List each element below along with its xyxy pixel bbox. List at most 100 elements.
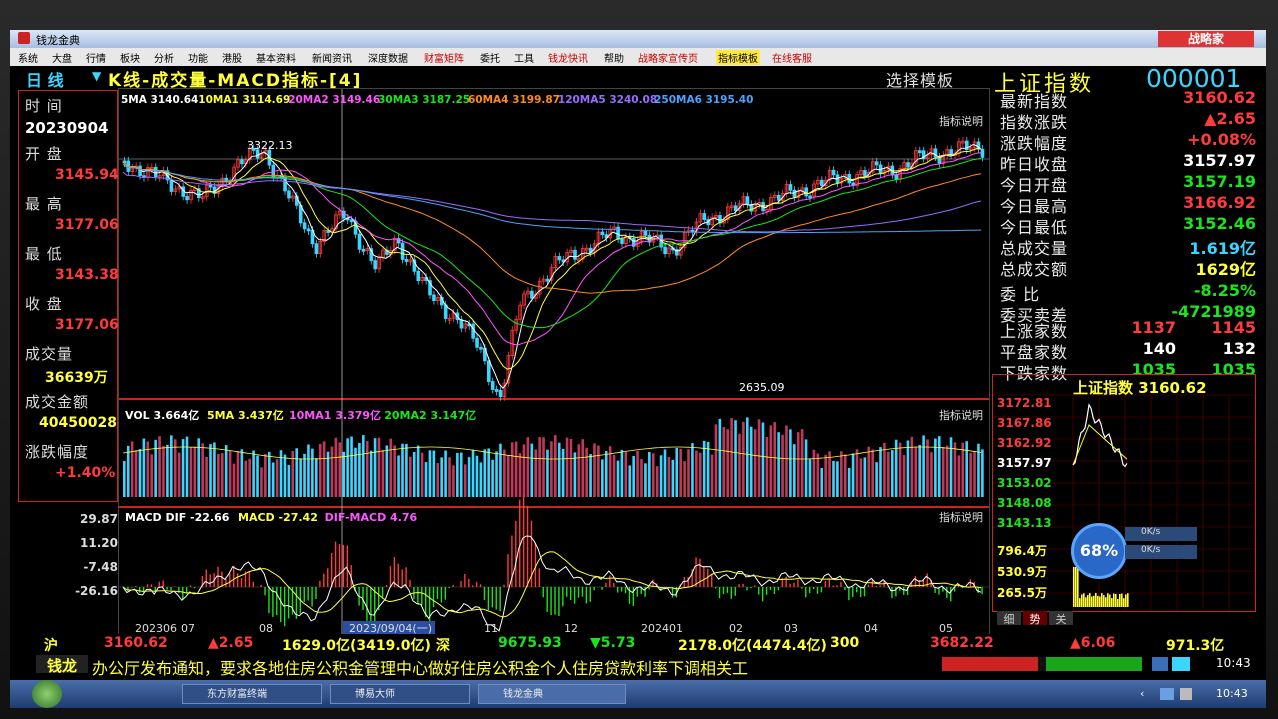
menu-item-5[interactable]: 功能 xyxy=(188,50,208,65)
network-icon[interactable] xyxy=(1160,688,1174,700)
volume-bar xyxy=(201,443,204,497)
volume-bar xyxy=(260,467,263,497)
candle-body xyxy=(808,195,812,199)
stat-value: +0.08% xyxy=(1187,130,1256,149)
brand-badge[interactable]: 战略家 xyxy=(1158,31,1254,47)
stat-value: 1629亿 xyxy=(1195,260,1256,279)
menu-item-14[interactable]: 帮助 xyxy=(604,50,624,65)
mini-volume-bar xyxy=(1095,593,1097,607)
volume-bar xyxy=(745,417,749,497)
volume-bar xyxy=(318,443,322,497)
volume-icon[interactable] xyxy=(1180,688,1192,700)
volume-bar xyxy=(185,436,189,497)
menu-item-0[interactable]: 系统 xyxy=(18,50,38,65)
open-label: 开 盘 xyxy=(25,145,63,163)
menu-item-16[interactable]: 指标模板 xyxy=(716,50,760,65)
intraday-mini-chart[interactable]: 上证指数 3160.62 3172.81 3167.86 3162.92 3157.9… xyxy=(992,374,1256,626)
sh-label: 沪 xyxy=(44,638,58,654)
mini-volume-bar xyxy=(1077,567,1079,607)
volume-bar xyxy=(777,432,780,497)
volume-bar xyxy=(373,438,377,497)
candle-body xyxy=(663,246,667,255)
tab-detail[interactable]: 细 xyxy=(997,611,1021,626)
title-bar: 钱龙金典 战略家 xyxy=(10,30,1266,48)
volume-bar xyxy=(267,451,271,497)
breadth-count: 132 xyxy=(1222,339,1256,358)
volume-bar xyxy=(287,465,291,497)
tab-related[interactable]: 关 xyxy=(1049,611,1073,626)
menu-item-7[interactable]: 基本资料 xyxy=(256,50,296,65)
chart-canvas[interactable]: 5MA 3140.64 10MA1 3114.6920MA2 3149.4630M… xyxy=(118,88,990,636)
candle-body xyxy=(459,319,464,329)
menu-item-10[interactable]: 财富矩阵 xyxy=(424,50,464,65)
menu-item-9[interactable]: 深度数据 xyxy=(368,50,408,65)
volume-bar xyxy=(828,451,831,497)
chevron-down-icon[interactable]: ▼ xyxy=(92,69,101,83)
volume-bar xyxy=(530,443,534,497)
task-qianlong[interactable]: 钱龙金典 xyxy=(478,684,626,704)
ma-legend: 5MA 3140.64 10MA1 3114.6920MA2 3149.4630M… xyxy=(121,94,753,106)
volume-bar xyxy=(604,451,608,497)
tab-trend[interactable]: 势 xyxy=(1023,611,1047,626)
candle-body xyxy=(702,213,707,220)
volume-bar xyxy=(667,457,671,497)
volume-bar xyxy=(264,454,267,497)
volume-bar xyxy=(597,445,600,497)
volume-bar xyxy=(307,444,310,497)
menu-item-12[interactable]: 工具 xyxy=(514,50,534,65)
c300-change: ▲6.06 xyxy=(1070,635,1116,651)
mini-volume-bar xyxy=(1121,593,1123,607)
mini-volume-bar xyxy=(1093,595,1095,607)
volume-bar xyxy=(362,435,365,497)
volume-bar xyxy=(589,454,592,497)
speed-gauge[interactable]: 68% xyxy=(1071,523,1127,579)
menu-item-2[interactable]: 行情 xyxy=(86,50,106,65)
high-marker: 3322.13 xyxy=(247,139,293,152)
volume-bar xyxy=(389,438,393,497)
candle-body xyxy=(557,256,562,261)
monitor-icon[interactable] xyxy=(1172,657,1190,671)
volume-bar xyxy=(244,460,248,497)
menu-item-13[interactable]: 钱龙快讯 xyxy=(548,50,588,65)
mini-volume-bar xyxy=(1099,596,1101,607)
volume-bar xyxy=(706,441,710,497)
sh-amount: 1629.0亿(3419.0亿) xyxy=(282,638,431,654)
breadth-count: 140 xyxy=(1142,339,1176,358)
candle-body xyxy=(616,226,620,240)
high-label: 最 高 xyxy=(25,195,63,213)
volume-bar xyxy=(177,452,181,497)
sz-amount: 2178.0亿(4474.4亿) xyxy=(678,638,827,654)
candle-body xyxy=(208,184,213,188)
ticker-text[interactable]: 办公厅发布通知，要求各地住房公积金管理中心做好住房公积金个人住房贷款利率下调相关… xyxy=(92,655,748,679)
menu-item-11[interactable]: 委托 xyxy=(480,50,500,65)
menu-item-15[interactable]: 战略家宣传页 xyxy=(638,50,698,65)
ma-legend-item: 30MA3 3187.25 xyxy=(378,94,470,106)
volume-bar xyxy=(452,465,455,497)
menu-item-8[interactable]: 新闻资讯 xyxy=(312,50,352,65)
volume-bar xyxy=(338,442,342,497)
period-selector[interactable]: 日 线 xyxy=(26,67,64,91)
c300-value: 3682.22 xyxy=(930,635,994,651)
task-eastmoney[interactable]: 东方财富终端 xyxy=(182,684,322,704)
menu-item-17[interactable]: 在线客服 xyxy=(772,50,812,65)
task-boyi[interactable]: 博易大师 xyxy=(330,684,470,704)
menu-item-4[interactable]: 分析 xyxy=(154,50,174,65)
volume-legend: VOL 3.664亿 5MA 3.437亿 10MA1 3.379亿 20MA2 3.… xyxy=(125,408,476,422)
user-icon[interactable] xyxy=(1152,657,1168,671)
mini-volume-bar xyxy=(1113,593,1115,607)
volume-bar xyxy=(761,422,765,497)
volume-label: 成交量 xyxy=(25,345,74,363)
volume-bar xyxy=(718,418,722,497)
macd-ytick: 11.20 xyxy=(80,536,118,550)
menu-item-3[interactable]: 板块 xyxy=(120,50,140,65)
volume-bar xyxy=(471,449,475,497)
time-value: 20230904 xyxy=(25,119,109,137)
menu-item-1[interactable]: 大盘 xyxy=(52,50,72,65)
volume-bar xyxy=(659,455,663,497)
start-button[interactable] xyxy=(32,680,62,708)
volume-bar xyxy=(624,451,628,497)
candle-body xyxy=(831,169,836,176)
menu-item-6[interactable]: 港股 xyxy=(222,50,242,65)
volume-bar xyxy=(742,421,745,497)
tray-arrow-icon[interactable]: ‹ xyxy=(1140,687,1144,700)
